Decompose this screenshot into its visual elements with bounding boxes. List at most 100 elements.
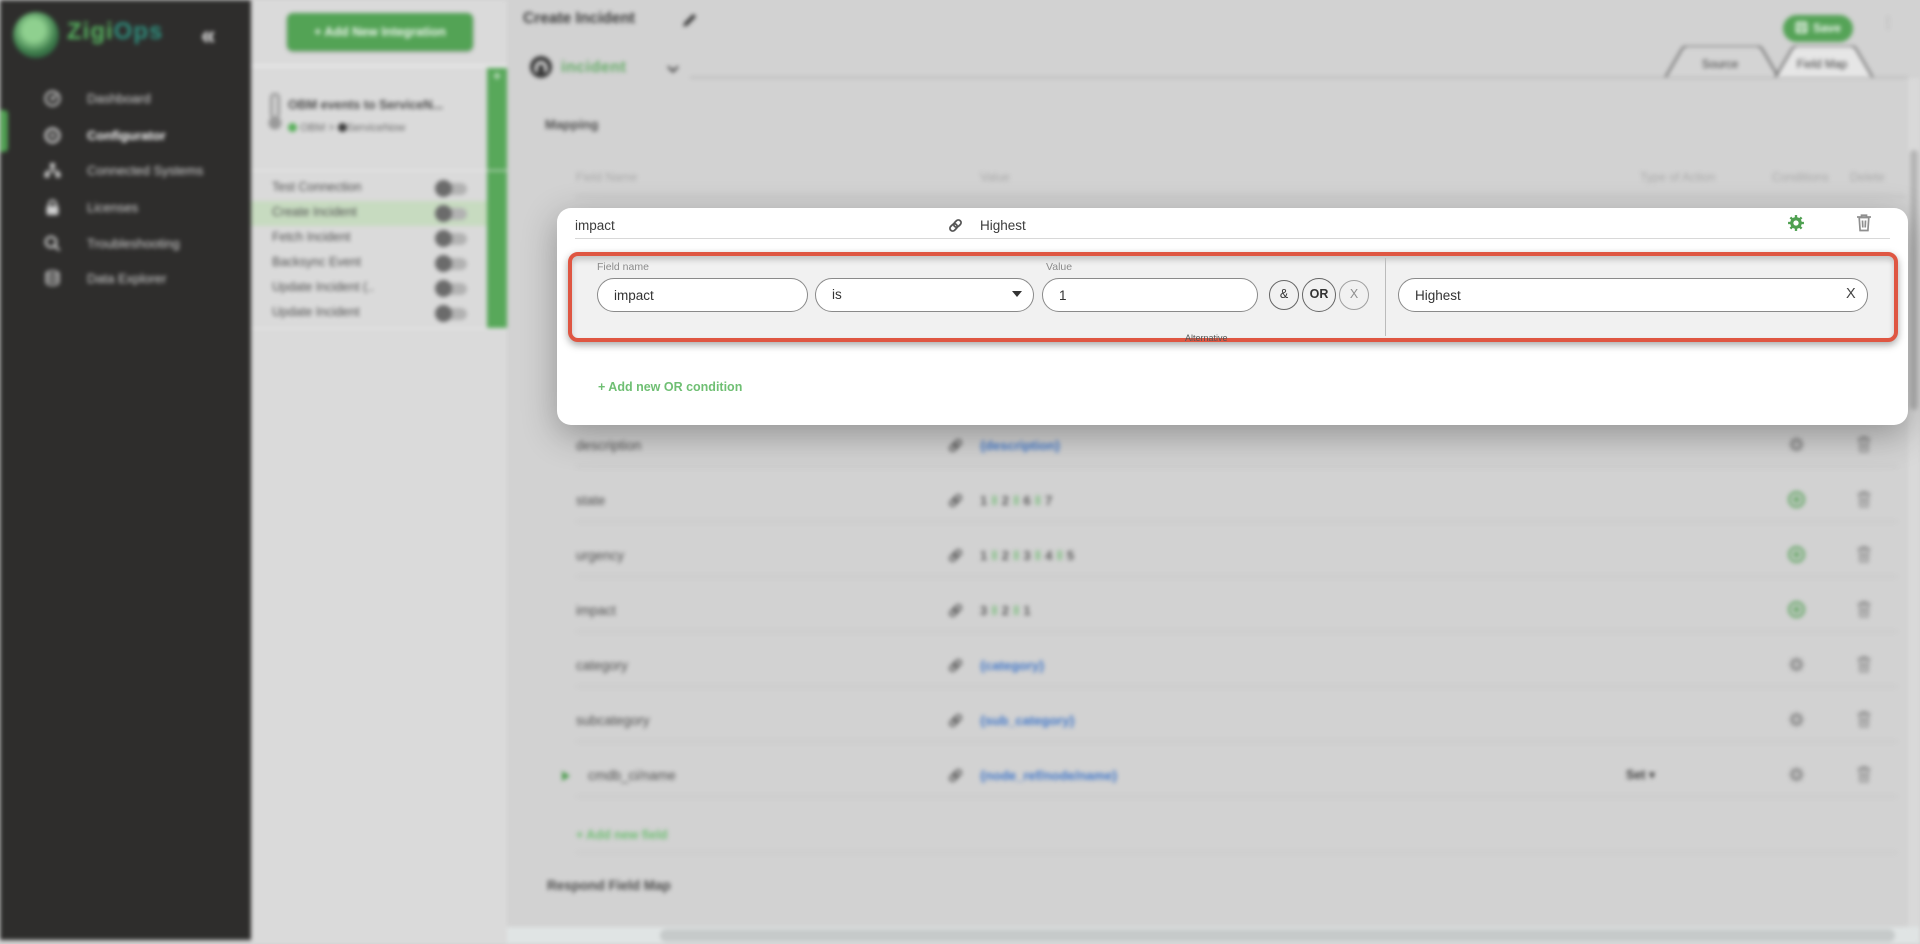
mapping-row-state[interactable]: state1‖2‖6‖7 bbox=[507, 467, 1920, 522]
divider bbox=[576, 196, 1906, 197]
sidebar-item-label: Configurator bbox=[87, 128, 166, 143]
toggle-knob bbox=[435, 255, 452, 272]
action-label: Update Incident bbox=[272, 305, 360, 319]
divider bbox=[576, 796, 1897, 797]
add-new-or-condition-link[interactable]: + Add new OR condition bbox=[598, 380, 742, 394]
action-toggle[interactable] bbox=[437, 308, 467, 320]
link-icon bbox=[948, 768, 963, 783]
action-item-create-incident[interactable]: Create Incident bbox=[251, 201, 487, 226]
column-header-field-name: Field Name bbox=[576, 170, 637, 184]
horizontal-scrollbar-thumb[interactable] bbox=[660, 929, 1895, 942]
delete-trash-icon[interactable] bbox=[1856, 435, 1872, 453]
app-window: ZigiOps « DashboardConfiguratorConnected… bbox=[0, 0, 1920, 944]
entity-dropdown[interactable]: incident bbox=[561, 59, 626, 77]
link-icon bbox=[948, 218, 963, 233]
conditions-gear-icon[interactable] bbox=[1788, 766, 1805, 783]
select-caret-icon bbox=[1012, 291, 1022, 297]
sidebar-item-label: Data Explorer bbox=[87, 271, 166, 286]
action-item-update-incident-[interactable]: Update Incident (.. bbox=[251, 276, 487, 301]
source-status-dot bbox=[288, 123, 297, 132]
and-condition-button[interactable]: & bbox=[1269, 280, 1299, 310]
toggle-knob bbox=[435, 280, 452, 297]
sidebar-item-label: Licenses bbox=[87, 200, 138, 215]
integration-add-rail[interactable]: + bbox=[487, 68, 507, 328]
clear-result-button[interactable]: X bbox=[1846, 286, 1856, 302]
condition-operator-select[interactable]: is bbox=[815, 278, 1034, 312]
row-field-name: subcategory bbox=[576, 713, 650, 728]
action-item-backsync-event[interactable]: Backsync Event bbox=[251, 251, 487, 276]
add-new-integration-button[interactable]: + Add New Integration bbox=[287, 13, 473, 51]
delete-trash-icon[interactable] bbox=[1856, 490, 1872, 508]
mapping-row-urgency[interactable]: urgency1‖2‖3‖4‖5 bbox=[507, 522, 1920, 577]
add-condition-icon[interactable] bbox=[1788, 491, 1805, 508]
row-field-name: state bbox=[576, 493, 605, 508]
action-toggle[interactable] bbox=[437, 258, 467, 270]
chevron-down-icon[interactable] bbox=[667, 65, 679, 73]
conditions-gear-icon[interactable] bbox=[1788, 656, 1805, 673]
delete-trash-icon[interactable] bbox=[1856, 213, 1872, 232]
conditions-gear-icon[interactable] bbox=[1788, 711, 1805, 728]
delete-trash-icon[interactable] bbox=[1856, 545, 1872, 563]
action-toggle[interactable] bbox=[437, 283, 467, 295]
lock-icon bbox=[44, 199, 61, 216]
add-condition-icon[interactable] bbox=[1788, 546, 1805, 563]
condition-field-input[interactable] bbox=[597, 278, 808, 312]
vertical-scrollbar-thumb[interactable] bbox=[1910, 150, 1918, 410]
conditions-gear-icon[interactable] bbox=[1787, 214, 1805, 232]
edit-pencil-icon[interactable] bbox=[681, 12, 697, 28]
condition-value-input[interactable] bbox=[1042, 278, 1258, 312]
user-menu[interactable]: Hi, Admin ▴ bbox=[0, 875, 251, 935]
delete-trash-icon[interactable] bbox=[1856, 710, 1872, 728]
tab-source[interactable]: Source bbox=[1670, 53, 1770, 77]
conditions-gear-icon[interactable] bbox=[1788, 436, 1805, 453]
action-toggle[interactable] bbox=[437, 183, 467, 195]
configurator-icon bbox=[44, 127, 61, 144]
tab-field-map[interactable]: Field Map bbox=[1772, 53, 1872, 77]
sidebar-item-licenses[interactable]: Licenses bbox=[0, 193, 251, 223]
column-header-type-of-action: Type of Action bbox=[1640, 170, 1715, 184]
expand-row-icon[interactable] bbox=[562, 771, 570, 781]
save-button[interactable]: Save bbox=[1783, 15, 1853, 42]
action-toggle[interactable] bbox=[437, 233, 467, 245]
mapping-row-impact[interactable]: impact3‖2‖1 bbox=[507, 577, 1920, 632]
thermometer-icon bbox=[267, 93, 283, 131]
type-of-action-dropdown[interactable]: Set ▾ bbox=[1626, 767, 1655, 782]
sidebar-item-dashboard[interactable]: Dashboard bbox=[0, 84, 251, 114]
action-item-test-connection[interactable]: Test Connection bbox=[251, 176, 487, 201]
data-icon bbox=[44, 270, 61, 287]
more-options-icon[interactable]: ⋮ bbox=[1881, 19, 1887, 41]
sidebar-item-configurator[interactable]: Configurator bbox=[0, 121, 251, 151]
sidebar-collapse-icon[interactable]: « bbox=[201, 20, 215, 51]
modal-field-name: impact bbox=[575, 218, 615, 233]
toggle-knob bbox=[435, 180, 452, 197]
add-new-field-link[interactable]: + Add new field bbox=[576, 828, 668, 842]
delete-trash-icon[interactable] bbox=[1856, 600, 1872, 618]
or-condition-button[interactable]: OR bbox=[1302, 278, 1336, 312]
save-icon bbox=[1795, 21, 1808, 34]
delete-trash-icon[interactable] bbox=[1856, 655, 1872, 673]
integration-status: OBM > ServiceNow bbox=[288, 122, 405, 134]
toggle-knob bbox=[435, 205, 452, 222]
action-item-update-incident[interactable]: Update Incident bbox=[251, 301, 487, 326]
add-condition-icon[interactable] bbox=[1788, 601, 1805, 618]
delete-trash-icon[interactable] bbox=[1856, 765, 1872, 783]
target-status-dot bbox=[338, 123, 347, 132]
action-label: Create Incident bbox=[272, 205, 357, 219]
sidebar-item-connected-systems[interactable]: Connected Systems bbox=[0, 156, 251, 186]
link-icon bbox=[948, 603, 963, 618]
action-toggle[interactable] bbox=[437, 208, 467, 220]
action-item-fetch-incident[interactable]: Fetch Incident bbox=[251, 226, 487, 251]
divider bbox=[575, 238, 1890, 239]
sidebar-item-troubleshooting[interactable]: Troubleshooting bbox=[0, 229, 251, 259]
condition-result-input[interactable] bbox=[1398, 278, 1868, 312]
sidebar-item-data-explorer[interactable]: Data Explorer bbox=[0, 264, 251, 294]
remove-condition-button[interactable]: X bbox=[1339, 280, 1369, 310]
mapping-row-category[interactable]: category{category} bbox=[507, 632, 1920, 687]
link-icon bbox=[948, 438, 963, 453]
integrations-panel: + Add New Integration + OBM events to Se… bbox=[251, 0, 507, 944]
mapping-row-cmdb_ci-name[interactable]: cmdb_ci/name{node_ref/node/name}Set ▾ bbox=[507, 742, 1920, 797]
value-label: Value bbox=[1046, 261, 1072, 273]
mapping-row-subcategory[interactable]: subcategory{sub_category} bbox=[507, 687, 1920, 742]
integration-title[interactable]: OBM events to ServiceN... bbox=[288, 98, 443, 112]
divider bbox=[251, 328, 507, 329]
